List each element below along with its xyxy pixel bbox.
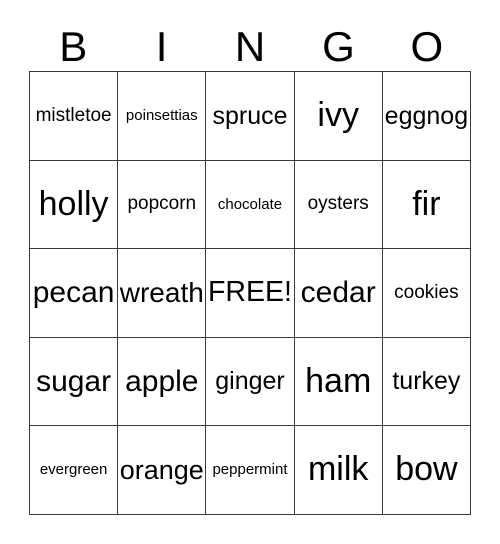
header-letter-n: N (206, 18, 294, 68)
bingo-cell-label: apple (125, 364, 199, 398)
bingo-cell-label: popcorn (127, 193, 197, 215)
bingo-cell[interactable]: sugar (30, 337, 119, 427)
bingo-cell[interactable]: oysters (294, 160, 383, 250)
bingo-cell-label: ginger (215, 367, 285, 396)
bingo-cell[interactable]: spruce (206, 72, 295, 161)
bingo-cell[interactable]: cedar (294, 249, 383, 338)
header-letter-g-text: G (322, 23, 355, 70)
bingo-cell-label: mistletoe (35, 104, 112, 126)
bingo-cell[interactable]: turkey (382, 337, 471, 427)
bingo-cell[interactable]: poinsettias (118, 72, 207, 161)
bingo-cell-label: eggnog (384, 101, 469, 130)
bingo-cell-label: sugar (36, 364, 112, 398)
bingo-cell-label: pecan (32, 276, 115, 310)
bingo-cell-label: chocolate (217, 195, 283, 213)
bingo-cell-label: bow (395, 450, 458, 489)
header-letter-g: G (294, 18, 382, 68)
header-letter-i-text: I (155, 23, 168, 70)
bingo-cell[interactable]: ham (294, 337, 383, 427)
bingo-grid: mistletoe poinsettias spruce ivy eggnog … (29, 71, 471, 515)
bingo-cell[interactable]: eggnog (382, 72, 471, 161)
bingo-cell-label: ivy (317, 95, 359, 134)
header-letter-o: O (383, 18, 471, 68)
bingo-cell-label: ham (305, 361, 372, 400)
bingo-cell-label: turkey (392, 367, 461, 396)
header-letter-o-text: O (410, 23, 444, 70)
bingo-card: B I N G O mistletoe poinsettias spruce i… (0, 0, 500, 544)
bingo-cell-label: orange (119, 455, 204, 486)
bingo-cell-label: holly (38, 184, 109, 223)
bingo-cell[interactable]: ivy (294, 72, 383, 161)
bingo-cell[interactable]: peppermint (206, 426, 295, 515)
bingo-cell-label: cookies (394, 282, 459, 304)
bingo-header: B I N G O (29, 18, 471, 68)
bingo-cell-label: wreath (119, 277, 204, 309)
bingo-cell[interactable]: pecan (30, 249, 119, 338)
bingo-cell-free-space[interactable]: FREE! (206, 249, 295, 338)
header-letter-b-text: B (59, 23, 88, 70)
bingo-cell[interactable]: apple (118, 337, 207, 427)
bingo-cell[interactable]: mistletoe (30, 72, 119, 161)
bingo-cell-label: evergreen (39, 461, 108, 479)
bingo-cell-label: oysters (307, 193, 369, 215)
bingo-cell-label: milk (307, 450, 369, 489)
bingo-cell-label: spruce (212, 101, 288, 130)
bingo-cell-label: peppermint (212, 461, 288, 479)
bingo-cell[interactable]: popcorn (118, 160, 207, 250)
bingo-cell-label: FREE! (208, 276, 292, 309)
bingo-cell-label: fir (412, 184, 441, 223)
bingo-cell[interactable]: chocolate (206, 160, 295, 250)
bingo-cell-label: poinsettias (125, 106, 198, 124)
header-letter-b: B (29, 18, 117, 68)
bingo-cell[interactable]: evergreen (30, 426, 119, 515)
bingo-cell[interactable]: milk (294, 426, 383, 515)
bingo-cell[interactable]: fir (382, 160, 471, 250)
header-letter-n-text: N (234, 23, 266, 70)
bingo-cell[interactable]: cookies (382, 249, 471, 338)
bingo-cell[interactable]: wreath (118, 249, 207, 338)
bingo-cell-label: cedar (300, 276, 376, 310)
bingo-cell[interactable]: holly (30, 160, 119, 250)
bingo-cell[interactable]: bow (382, 426, 471, 515)
bingo-cell[interactable]: ginger (206, 337, 295, 427)
bingo-cell[interactable]: orange (118, 426, 207, 515)
header-letter-i: I (117, 18, 205, 68)
